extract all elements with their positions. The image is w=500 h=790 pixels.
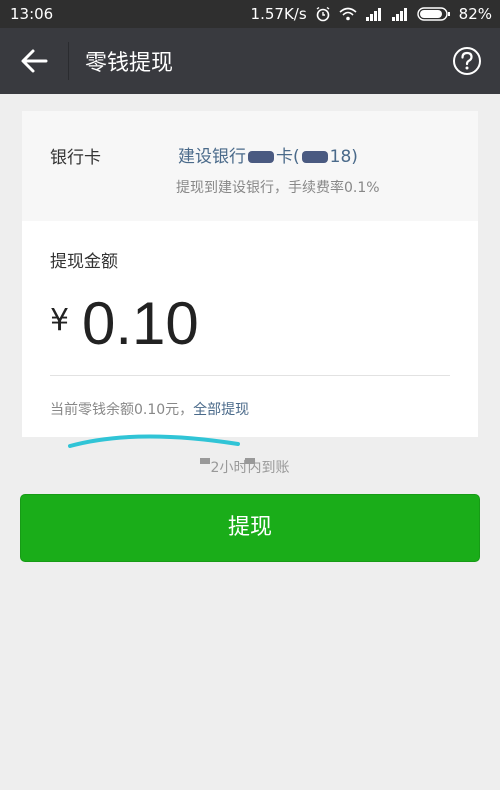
arrival-note: 2小时内到账 <box>210 460 290 476</box>
network-speed: 1.57K/s <box>250 5 307 23</box>
bank-card-name[interactable]: 建设银行 卡( 18) <box>178 142 358 167</box>
bank-fee-note: 提现到建设银行，手续费率0.1% <box>176 180 380 196</box>
bank-card-section[interactable]: 银行卡 建设银行 卡( 18) 提现到建设银行，手续费率0.1% <box>22 111 478 221</box>
currency-symbol: ¥ <box>50 303 70 338</box>
wifi-icon <box>339 7 357 21</box>
signal-icon-2 <box>391 8 407 21</box>
amount-section: 提现金额 ¥ 0.10 当前零钱余额0.10元，全部提现 <box>22 221 478 437</box>
annotation-stroke <box>68 434 240 448</box>
bank-name-prefix: 建设银行 <box>178 147 246 167</box>
alarm-icon <box>316 6 330 22</box>
withdraw-all-link[interactable]: 全部提现 <box>193 402 249 418</box>
page-title: 零钱提现 <box>85 51 174 76</box>
status-time: 13:06 <box>10 5 54 23</box>
signal-icon <box>365 8 381 21</box>
nav-bar: 零钱提现 <box>0 28 500 94</box>
masked-number <box>301 151 328 163</box>
balance-text: 当前零钱余额0.10元， <box>50 402 194 418</box>
battery-percent: 82% <box>458 5 492 23</box>
battery-icon <box>416 7 450 21</box>
status-bar: 13:06 1.57K/s 82% <box>0 0 500 28</box>
amount-input[interactable]: 0.10 <box>82 289 199 358</box>
amount-label: 提现金额 <box>50 252 118 272</box>
arrow-left-icon[interactable] <box>18 46 50 76</box>
nav-divider <box>68 42 69 80</box>
withdraw-button[interactable]: 提现 <box>20 494 480 562</box>
balance-info: 当前零钱余额0.10元，全部提现 <box>50 399 249 419</box>
bank-name-mid: 卡( <box>276 147 300 167</box>
status-indicators: 1.57K/s 82% <box>251 5 492 23</box>
masked-text <box>248 151 274 163</box>
bank-name-suffix: 18) <box>329 147 358 167</box>
bank-card-label: 银行卡 <box>50 148 101 168</box>
amount-divider <box>50 375 450 376</box>
question-circle-icon[interactable] <box>452 46 482 76</box>
